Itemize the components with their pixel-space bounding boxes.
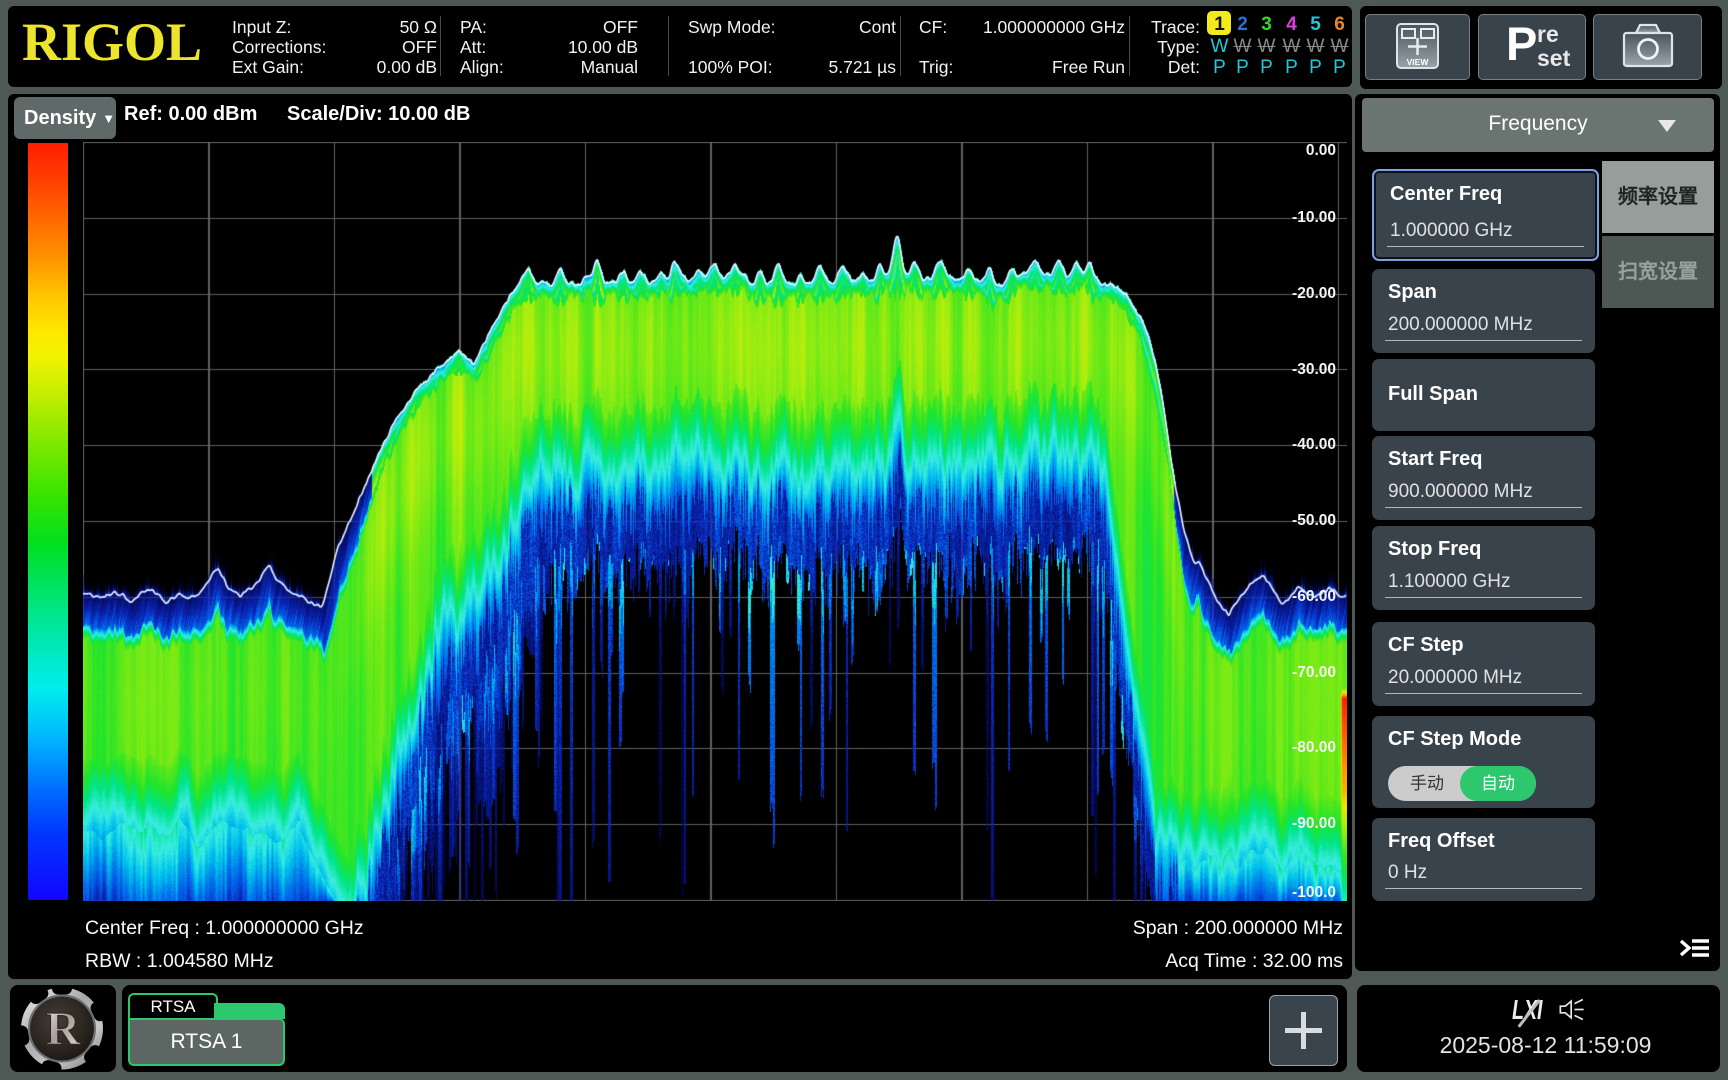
svg-text:R: R <box>46 1003 82 1056</box>
svg-text:VIEW: VIEW <box>1407 57 1430 67</box>
